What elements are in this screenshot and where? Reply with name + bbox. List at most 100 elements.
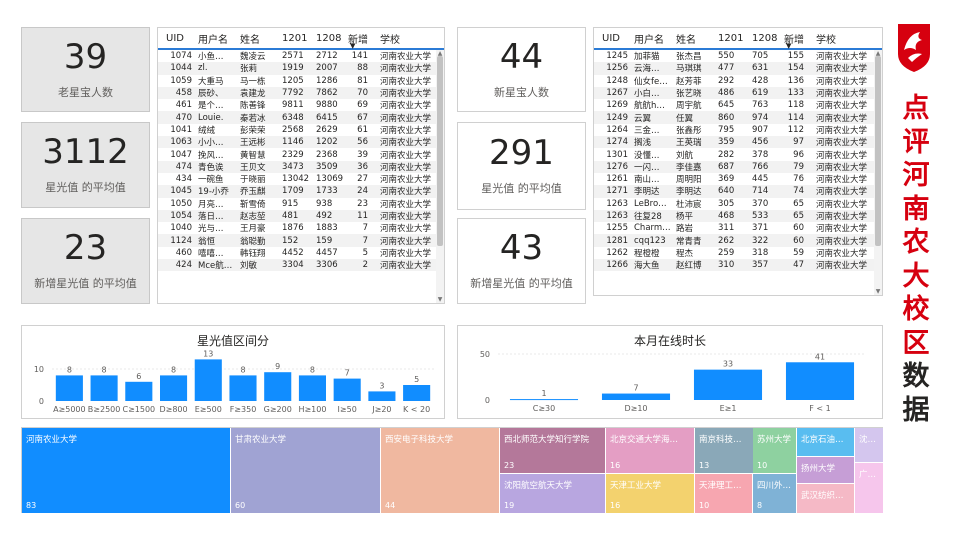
tile-label: 西安电子科技大学	[385, 435, 454, 445]
table-cell: 云翼	[634, 113, 652, 124]
bar	[229, 375, 257, 401]
treemap-tile[interactable]: 河南农业大学 83	[22, 428, 231, 514]
table-cell: 1124	[170, 235, 192, 246]
table-cell: 1045	[170, 186, 192, 197]
treemap-tile[interactable]: 北京石油…	[797, 428, 855, 457]
table-row[interactable]: 1255 Charm… 路岩 311 371 60 河南农业大学	[594, 222, 882, 234]
treemap-tile[interactable]: 北京交通大学海… 16	[606, 428, 695, 474]
table-row[interactable]: 1044 zl. 张莉 1919 2007 88 河南农业大学	[158, 62, 444, 75]
column-header[interactable]: UID	[164, 33, 196, 44]
table-row[interactable]: 1267 小白… 张艺晓 486 619 133 河南农业大学	[594, 86, 882, 100]
scroll-down-icon[interactable]: ▼	[436, 296, 444, 303]
table-cell: 1709	[282, 186, 304, 197]
table-row[interactable]: 1059 大重马 马一栋 1205 1286 81 河南农业大学	[158, 75, 444, 87]
column-header[interactable]: UID	[600, 33, 632, 44]
table-row[interactable]: 424 Mce航… 刘敏 3304 3306 2 河南农业大学	[158, 259, 444, 272]
table-row[interactable]: 1266 海大鱼 赵红博 310 357 47 河南农业大学	[594, 259, 882, 272]
table-row[interactable]: 1040 光与… 王月豪 1876 1883 7 河南农业大学	[158, 222, 444, 234]
table-cell: 河南农业大学	[816, 150, 868, 161]
column-header[interactable]: 用户名	[196, 31, 238, 46]
column-header[interactable]: 用户名	[632, 31, 674, 46]
tile-value: 10	[757, 461, 768, 470]
sort-descending-icon[interactable]: ▼	[786, 42, 791, 50]
table-row[interactable]: 1274 搁浅 王英瑞 359 456 97 河南农业大学	[594, 136, 882, 149]
table-cell: 河南农业大学	[816, 162, 868, 173]
table-scrollbar[interactable]: ▲ ▼	[436, 50, 444, 303]
treemap-tile[interactable]: 天津工业大学 16	[606, 474, 695, 514]
treemap-tile[interactable]: 四川外… 8	[753, 474, 797, 514]
table-row[interactable]: 458 辰砂、 袁建龙 7792 7862 70 河南农业大学	[158, 86, 444, 100]
table-cell: 河南农业大学	[816, 212, 868, 222]
table-row[interactable]: 1041 绒绒 彭荣荣 2568 2629 61 河南农业大学	[158, 124, 444, 136]
table-row[interactable]: 1045 19-小乔 乔玉麒 1709 1733 24 河南农业大学	[158, 185, 444, 198]
table-row[interactable]: 1050 月亮… 靳雪倚 915 938 23 河南农业大学	[158, 198, 444, 210]
table-row[interactable]: 461 是个… 陈善锋 9811 9880 69 河南农业大学	[158, 99, 444, 111]
tile-value: 19	[504, 501, 515, 510]
table-scrollbar[interactable]: ▲ ▼	[874, 50, 882, 295]
kpi-value: 39	[63, 36, 108, 77]
table-row[interactable]: 1262 程橙橙 程杰 259 318 59 河南农业大学	[594, 247, 882, 259]
column-header[interactable]: 1208	[314, 33, 346, 44]
new-users-table[interactable]: UID 用户名 姓名 1201 1208 新增 学校 ▼ 1245 加菲猫 张杰昌 550 705 15…	[593, 27, 883, 296]
table-row[interactable]: 1264 三金… 张鑫彤 795 907 112 河南农业大学	[594, 124, 882, 136]
scroll-down-icon[interactable]: ▼	[874, 288, 882, 295]
table-row[interactable]: 1276 一闪… 李佳嘉 687 766 79 河南农业大学	[594, 160, 882, 173]
table-cell: 152	[282, 235, 299, 246]
treemap-tile[interactable]: 武汉纺织…	[797, 484, 855, 514]
treemap-tile[interactable]: 甘肃农业大学 60	[231, 428, 381, 514]
kpi-card-avg-starlight: 3112 星光值 的平均值	[21, 122, 150, 208]
table-row[interactable]: 1249 云翼 任翼 860 974 114 河南农业大学	[594, 111, 882, 124]
treemap-tile[interactable]: 沈阳航空航天大学 19	[500, 474, 606, 514]
table-cell: 周宇航	[676, 101, 702, 112]
treemap-tile[interactable]: 西北师范大学知行学院 23	[500, 428, 606, 474]
table-row[interactable]: 1256 云海… 马琪琪 477 631 154 河南农业大学	[594, 62, 882, 75]
old-users-table[interactable]: UID 用户名 姓名 1201 1208 新增 学校 ▼ 1074 小鱼… 魏凌云 2571 2712…	[157, 27, 445, 304]
x-tick-label: B≥2500	[88, 405, 121, 414]
table-row[interactable]: 1124 翁恒 翁聪勤 152 159 7 河南农业大学	[158, 234, 444, 247]
table-row[interactable]: 1248 仙女fe… 赵芳菲 292 428 136 河南农业大学	[594, 75, 882, 87]
title-char: 农	[902, 227, 930, 258]
table-row[interactable]: 474 青色诶 王贝文 3473 3509 36 河南农业大学	[158, 160, 444, 173]
title-char: 大	[902, 260, 930, 292]
treemap-tile[interactable]: 沈…	[855, 428, 884, 463]
x-tick-label: F < 1	[809, 404, 830, 413]
table-row[interactable]: 1047 挽风… 黄智慧 2329 2368 39 河南农业大学	[158, 148, 444, 161]
table-row[interactable]: 460 嘻嘻… 韩钰翔 4452 4457 5 河南农业大学	[158, 247, 444, 259]
treemap-tile[interactable]: 广…	[855, 463, 884, 514]
table-cell: 141	[351, 51, 368, 62]
table-row[interactable]: 1245 加菲猫 张杰昌 550 705 155 河南农业大学	[594, 50, 882, 62]
column-header[interactable]: 学校	[372, 31, 442, 46]
column-header[interactable]: 1208	[750, 33, 782, 44]
column-header[interactable]: 学校	[808, 31, 878, 46]
sort-descending-icon[interactable]: ▼	[350, 42, 355, 50]
table-row[interactable]: 434 一碗鱼 于晓丽 13042 13069 27 河南农业大学	[158, 173, 444, 185]
title-char: 评	[902, 126, 930, 158]
school-treemap[interactable]: 河南农业大学 83 甘肃农业大学 60 西安电子科技大学 44 西北师范大学知行学院 23 沈阳…	[21, 427, 884, 514]
table-row[interactable]: 1054 落日… 赵志堃 481 492 11 河南农业大学	[158, 209, 444, 223]
column-header[interactable]: 1201	[280, 33, 314, 44]
treemap-tile[interactable]: 苏州大学 10	[753, 428, 797, 474]
table-row[interactable]: 1074 小鱼… 魏凌云 2571 2712 141 河南农业大学	[158, 50, 444, 62]
column-header[interactable]: 1201	[716, 33, 750, 44]
treemap-tile[interactable]: 扬州大学	[797, 457, 855, 484]
table-row[interactable]: 1263 LeBro… 杜沛宸 305 370 65 河南农业大学	[594, 198, 882, 210]
table-row[interactable]: 1261 南山… 周明阳 369 445 76 河南农业大学	[594, 173, 882, 185]
table-row[interactable]: 1269 航航h… 周宇航 645 763 118 河南农业大学	[594, 99, 882, 111]
table-row[interactable]: 470 Louie. 秦若冰 6348 6415 67 河南农业大学	[158, 111, 444, 124]
treemap-tile[interactable]: 南京科技… 13	[695, 428, 755, 474]
treemap-tile[interactable]: 天津理工… 10	[695, 474, 753, 514]
table-cell: 小鱼…	[198, 52, 224, 63]
column-header[interactable]: 姓名	[674, 31, 716, 46]
table-row[interactable]: 1301 没懂… 刘航 282 378 96 河南农业大学	[594, 148, 882, 161]
table-cell: 2571	[282, 51, 304, 62]
treemap-tile[interactable]: 西安电子科技大学 44	[381, 428, 500, 514]
x-tick-label: J≥20	[371, 405, 391, 414]
table-row[interactable]: 1271 李明达 李明达 640 714 74 河南农业大学	[594, 185, 882, 198]
table-row[interactable]: 1281 cqq123 常青青 262 322 60 河南农业大学	[594, 234, 882, 247]
table-row[interactable]: 1263 往复28 杨平 468 533 65 河南农业大学	[594, 209, 882, 223]
table-cell: 74	[793, 186, 804, 197]
scroll-thumb[interactable]	[437, 56, 443, 246]
table-row[interactable]: 1063 小小… 王远彬 1146 1202 56 河南农业大学	[158, 136, 444, 149]
scroll-thumb[interactable]	[875, 56, 881, 246]
column-header[interactable]: 姓名	[238, 31, 280, 46]
